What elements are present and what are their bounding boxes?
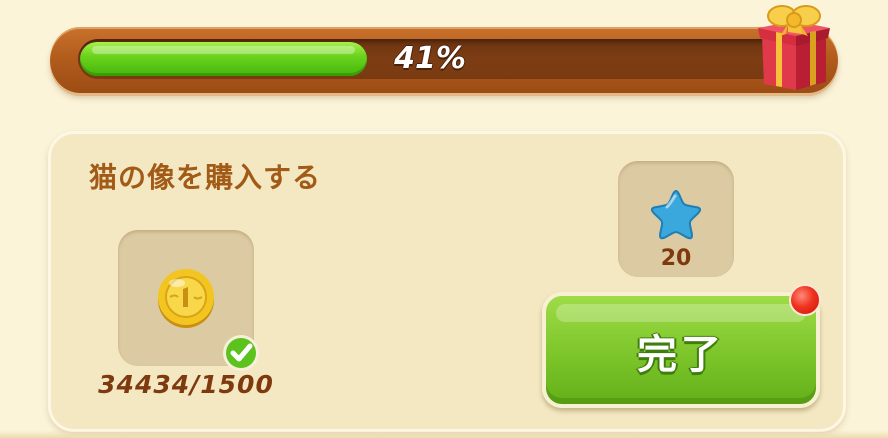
- reward-amount: 20: [660, 246, 692, 271]
- coin-progress-text: 34434/1500: [98, 370, 274, 399]
- bottom-edge: [0, 430, 888, 438]
- gold-coin-icon: [158, 269, 214, 328]
- blue-star-icon: [650, 189, 702, 240]
- notification-dot: [789, 284, 821, 316]
- requirement-slot: [118, 230, 259, 371]
- checkmark-icon: [223, 335, 259, 371]
- done-button-label: 完了: [637, 332, 725, 378]
- quest-panel: 猫の像を購入する 34434/1500 20 完了: [48, 131, 846, 432]
- gift-box-icon[interactable]: [752, 0, 832, 92]
- progress-bar: 41%: [50, 27, 838, 93]
- quest-title: 猫の像を購入する: [89, 161, 322, 194]
- done-button[interactable]: 完了: [542, 292, 820, 408]
- progress-percent: 41%: [394, 41, 466, 76]
- progress-track: 41%: [78, 39, 782, 79]
